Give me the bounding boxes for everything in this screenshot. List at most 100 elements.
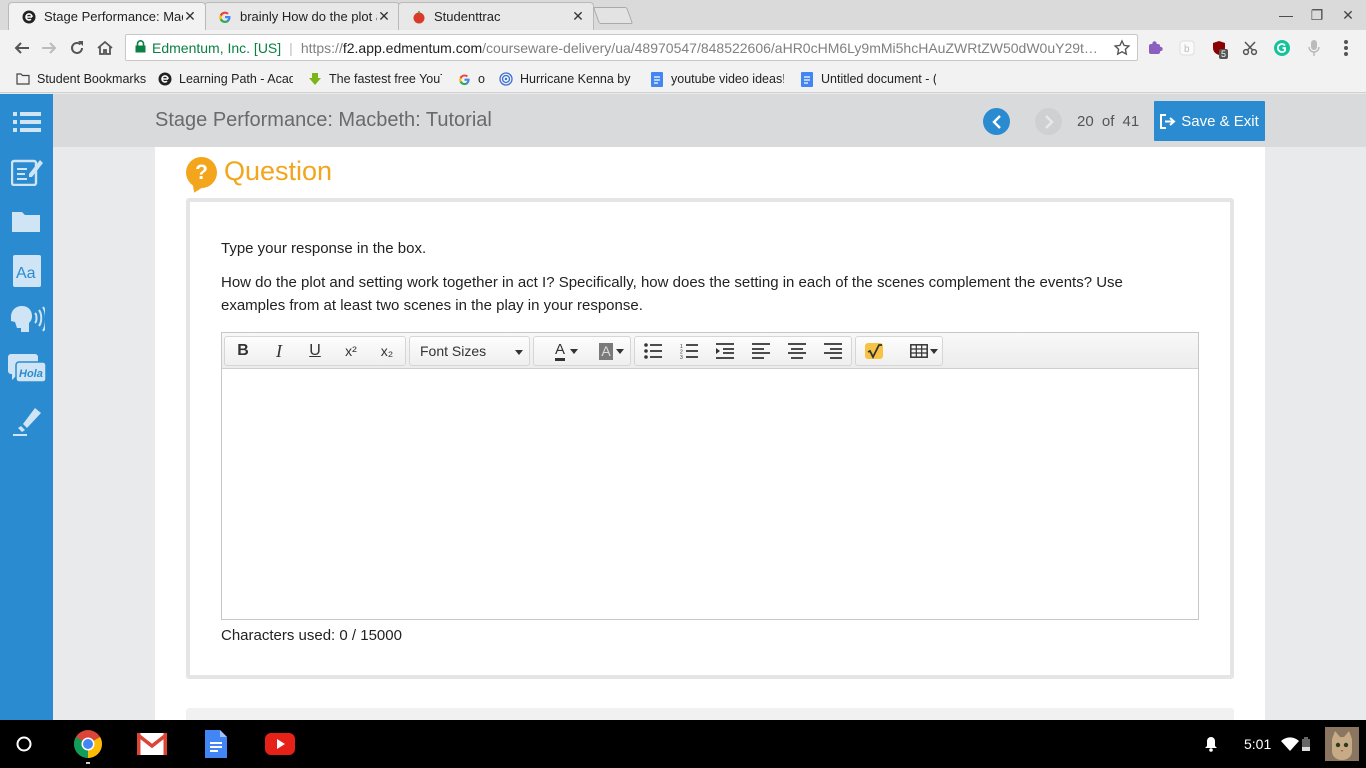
bitmoji-extension-icon[interactable]: b xyxy=(1178,39,1196,57)
format-button-group: B I U x² x₂ xyxy=(224,336,406,366)
font-sizes-dropdown[interactable]: Font Sizes xyxy=(409,336,530,366)
color-button-group: A A xyxy=(533,336,631,366)
bullet-list-button[interactable] xyxy=(637,338,669,364)
docs-icon xyxy=(799,71,815,87)
translate-button[interactable]: Hola xyxy=(8,352,46,388)
docs-app-button[interactable] xyxy=(200,728,232,760)
indent-icon xyxy=(716,343,734,359)
highlighter-icon xyxy=(13,408,41,436)
folder-icon xyxy=(15,71,31,87)
previous-page-button[interactable] xyxy=(983,108,1010,135)
home-icon xyxy=(97,40,113,55)
extension-badge: 5 xyxy=(1219,49,1229,59)
page-of: of xyxy=(1101,113,1115,130)
indent-button[interactable] xyxy=(709,338,741,364)
background-color-button[interactable]: A xyxy=(586,338,626,364)
highlighter-button[interactable] xyxy=(8,402,46,438)
puzzle-extension-icon[interactable] xyxy=(1146,39,1164,57)
align-center-icon xyxy=(788,343,806,359)
svg-text:b: b xyxy=(1184,44,1190,55)
download-arrow-icon xyxy=(307,71,323,87)
bookmark-star-icon[interactable] xyxy=(1113,39,1131,57)
align-right-button[interactable] xyxy=(817,338,849,364)
bookmark-youtube-video-ideas[interactable]: youtube video ideas! xyxy=(649,71,784,87)
tab-close-icon[interactable]: ✕ xyxy=(377,8,391,25)
bookmark-fastest-free-youtube[interactable]: The fastest free YouT xyxy=(307,71,442,87)
cat-avatar-icon xyxy=(1325,727,1359,761)
text-color-button[interactable]: A xyxy=(540,338,580,364)
apple-icon xyxy=(411,9,427,25)
tab-title: Stage Performance: Mac xyxy=(44,9,183,24)
tab-stage-performance[interactable]: Stage Performance: Mac ✕ xyxy=(8,2,206,30)
chrome-app-button[interactable] xyxy=(72,728,104,764)
chevron-down-icon xyxy=(570,349,578,354)
notifications-button[interactable] xyxy=(1195,728,1227,760)
bookmark-student-bookmarks[interactable]: Student Bookmarks xyxy=(15,71,146,87)
home-button[interactable] xyxy=(93,36,117,60)
gmail-icon xyxy=(137,733,167,755)
numbered-list-button[interactable]: 123 xyxy=(673,338,705,364)
response-editor: B I U x² x₂ Font Sizes A A 1 2 3 xyxy=(221,332,1199,620)
edmentum-icon xyxy=(157,71,173,87)
forward-button[interactable] xyxy=(37,36,61,60)
table-button[interactable] xyxy=(898,338,940,364)
restore-button[interactable]: ❐ xyxy=(1307,5,1327,25)
microphone-icon[interactable] xyxy=(1305,39,1323,57)
font-sizes-label: Font Sizes xyxy=(420,343,487,359)
tab-close-icon[interactable]: ✕ xyxy=(183,8,197,25)
response-text-area[interactable] xyxy=(222,369,1198,619)
tab-close-icon[interactable]: ✕ xyxy=(571,8,585,25)
hola-speech-bubble-icon: Hola xyxy=(8,354,46,383)
align-center-button[interactable] xyxy=(781,338,813,364)
new-tab-button[interactable] xyxy=(592,7,634,24)
list-icon xyxy=(13,112,41,132)
system-clock[interactable]: 5:01 xyxy=(1244,736,1271,752)
page-total: 41 xyxy=(1122,113,1140,130)
files-button[interactable] xyxy=(8,203,46,239)
equation-button[interactable] xyxy=(858,338,890,364)
ublock-extension-icon[interactable]: 5 xyxy=(1210,39,1229,59)
os-shelf: 5:01 xyxy=(0,720,1366,768)
youtube-app-button[interactable] xyxy=(264,728,296,760)
text-to-speech-button[interactable] xyxy=(8,302,46,338)
tab-brainly[interactable]: brainly How do the plot a ✕ xyxy=(204,2,400,30)
close-window-button[interactable]: ✕ xyxy=(1338,5,1358,25)
underline-button[interactable]: U xyxy=(299,338,331,364)
user-avatar[interactable] xyxy=(1324,726,1360,762)
numbered-list-icon: 123 xyxy=(680,344,698,359)
back-button[interactable] xyxy=(10,36,34,60)
chrome-icon xyxy=(74,730,102,758)
bookmark-learning-path[interactable]: Learning Path - Acad xyxy=(157,71,293,87)
dictionary-button[interactable]: Aa xyxy=(8,253,46,289)
italic-button[interactable]: I xyxy=(263,338,295,364)
youtube-icon xyxy=(265,733,295,755)
tab-studenttrac[interactable]: Studenttrac ✕ xyxy=(398,2,594,30)
scissors-extension-icon[interactable] xyxy=(1241,39,1259,57)
editor-toolbar: B I U x² x₂ Font Sizes A A 1 2 3 xyxy=(222,333,1198,369)
next-page-button[interactable] xyxy=(1035,108,1062,135)
bookmark-google[interactable]: o xyxy=(456,71,485,87)
align-left-button[interactable] xyxy=(745,338,777,364)
gmail-app-button[interactable] xyxy=(136,728,168,760)
question-instruction: Type your response in the box. xyxy=(221,240,427,257)
superscript-button[interactable]: x² xyxy=(335,338,367,364)
subscript-button[interactable]: x₂ xyxy=(371,338,403,364)
bookmark-untitled-document[interactable]: Untitled document - ( xyxy=(799,71,936,87)
launcher-button[interactable] xyxy=(8,728,40,760)
address-bar[interactable]: Edmentum, Inc. [US] | https:// f2.app.ed… xyxy=(125,34,1138,61)
chevron-left-icon xyxy=(991,114,1001,129)
grammarly-icon[interactable] xyxy=(1273,39,1291,57)
save-and-exit-button[interactable]: Save & Exit xyxy=(1154,101,1265,141)
battery-status[interactable] xyxy=(1296,728,1316,760)
text-color-icon: A xyxy=(554,341,565,361)
bookmark-hurricane-kenna[interactable]: Hurricane Kenna by xyxy=(498,71,634,87)
bold-button[interactable]: B xyxy=(227,338,259,364)
reload-button[interactable] xyxy=(65,36,89,60)
notes-button[interactable] xyxy=(8,153,46,189)
table-icon xyxy=(910,344,928,358)
minimize-button[interactable]: — xyxy=(1276,5,1296,25)
chrome-menu-icon[interactable] xyxy=(1337,39,1355,57)
contents-menu-button[interactable] xyxy=(8,104,46,140)
square-root-icon xyxy=(865,343,883,359)
align-right-icon xyxy=(824,343,842,359)
